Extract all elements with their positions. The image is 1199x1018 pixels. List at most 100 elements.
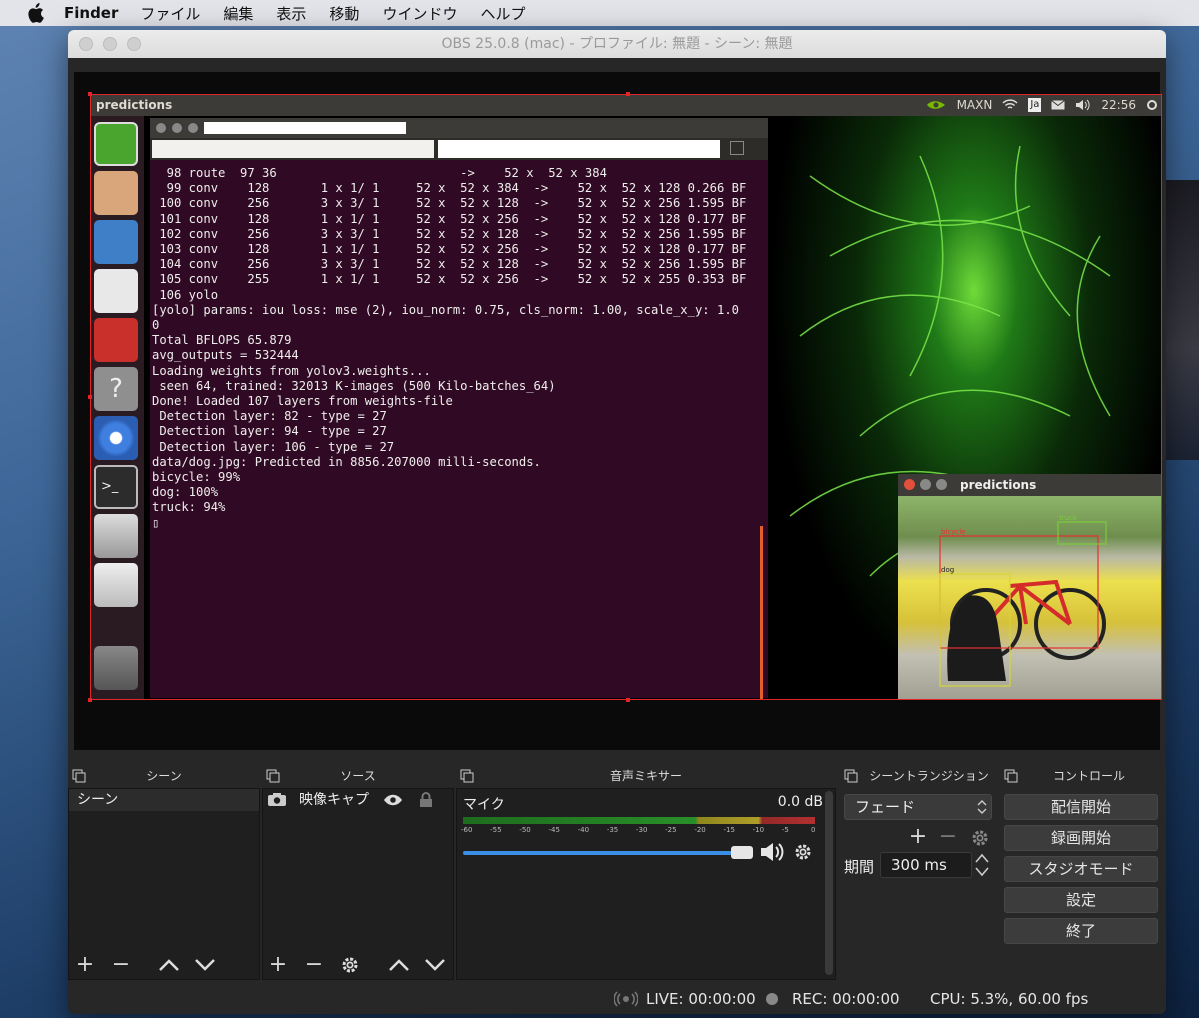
mac-menubar: Finder ファイル 編集 表示 移動 ウインドウ ヘルプ [0,0,1199,26]
remove-source-button[interactable]: − [302,954,326,976]
mixer-settings-gear-icon[interactable] [793,842,813,862]
meter-tick-label: 0 [811,826,816,834]
menu-finder[interactable]: Finder [64,4,118,22]
meter-tick-label: -15 [723,826,735,834]
source-item-label: 映像キャプ [299,792,369,808]
mixer-dock-header[interactable]: 音声ミキサー [456,765,836,787]
float-dock-icon[interactable] [72,769,86,783]
move-scene-up-icon[interactable] [158,958,180,972]
transition-type-select[interactable]: フェード [844,794,992,820]
sources-dock-header[interactable]: ソース [262,765,454,787]
zoom-window-button[interactable] [127,37,141,51]
scenes-title: シーン [146,769,182,783]
remove-transition-button[interactable]: − [936,826,960,848]
selection-handle-l[interactable] [88,395,92,399]
source-selection-frame[interactable] [90,94,1162,700]
scenes-toolbar: + − [68,950,260,982]
meter-tick-label: -10 [752,826,765,834]
settings-button[interactable]: 設定 [1004,887,1158,913]
controls-dock-header[interactable]: コントロール [1000,765,1162,787]
scene-item-label: シーン [77,792,119,808]
menu-help[interactable]: ヘルプ [480,3,525,24]
meter-tick-label: -40 [577,826,590,834]
cpu-fps: CPU: 5.3%, 60.00 fps [930,990,1089,1008]
float-dock-icon[interactable] [844,769,858,783]
duration-value: 300 ms [891,856,947,874]
menu-file[interactable]: ファイル [140,3,200,24]
move-scene-down-icon[interactable] [194,958,216,972]
duration-down-icon[interactable] [974,866,990,878]
meter-tick-label: -50 [519,826,531,834]
meter-tick-label: -60 [461,826,473,834]
volume-slider[interactable] [463,851,753,855]
selection-handle-bl[interactable] [88,698,92,702]
volume-slider-handle[interactable] [731,846,753,859]
source-properties-gear-icon[interactable] [340,955,360,975]
add-scene-button[interactable]: + [73,954,97,976]
transition-properties-gear-icon[interactable] [970,828,990,848]
meter-tick-label: -30 [636,826,648,834]
mixer-channel-name: マイク [463,797,505,813]
move-source-up-icon[interactable] [388,958,410,972]
duration-label: 期間 [844,858,875,876]
transitions-title: シーントランジション [869,769,989,783]
duration-up-icon[interactable] [974,852,990,864]
float-dock-icon[interactable] [460,769,474,783]
live-timer: LIVE: 00:00:00 [646,990,756,1008]
mute-speaker-icon[interactable] [759,841,787,863]
rec-indicator-icon [766,993,778,1005]
audio-meter-bar [463,817,815,824]
move-source-down-icon[interactable] [424,958,446,972]
scenes-dock-header[interactable]: シーン [68,765,260,787]
source-item[interactable]: 映像キャプ [263,789,453,811]
meter-tick-label: -55 [490,826,502,834]
minimize-window-button[interactable] [103,37,117,51]
remove-scene-button[interactable]: − [109,954,133,976]
mixer-title: 音声ミキサー [609,769,682,783]
meter-tick-label: -20 [694,826,706,834]
scene-item[interactable]: シーン [69,789,259,811]
apple-logo-icon[interactable] [24,3,46,23]
meter-tick-label: -45 [548,826,560,834]
audio-meter-scale: -60 -55 -50 -45 -40 -35 -30 -25 -20 -15 -10 -5 0 [461,826,817,838]
float-dock-icon[interactable] [1004,769,1018,783]
visibility-eye-icon[interactable] [383,794,403,806]
start-streaming-button[interactable]: 配信開始 [1004,794,1158,820]
audio-mixer: マイク 0.0 dB -60 -55 -50 -45 -40 -35 -30 -25 -20 -1… [456,788,836,980]
obs-window: OBS 25.0.8 (mac) - プロファイル: 無題 - シーン: 無題 … [68,30,1166,1014]
selection-handle-t[interactable] [626,92,630,96]
lock-icon[interactable] [419,792,433,807]
preview-canvas[interactable]: predictions MAXN Ja 22:56 ? >_ 98 route … [74,72,1162,750]
close-window-button[interactable] [79,37,93,51]
transitions-panel: フェード + − 期間 300 ms [840,788,998,980]
mixer-channel-level: 0.0 dB [777,794,823,810]
menu-edit[interactable]: 編集 [223,3,253,24]
meter-tick-label: -5 [781,826,789,834]
traffic-lights [79,37,141,51]
studio-mode-button[interactable]: スタジオモード [1004,856,1158,882]
start-recording-button[interactable]: 録画開始 [1004,825,1158,851]
meter-tick-label: -25 [665,826,677,834]
transition-type-value: フェード [855,798,916,816]
camera-icon [268,793,286,806]
window-titlebar[interactable]: OBS 25.0.8 (mac) - プロファイル: 無題 - シーン: 無題 [68,30,1166,58]
mixer-scrollbar[interactable] [825,791,833,975]
float-dock-icon[interactable] [266,769,280,783]
duration-spinbox[interactable]: 300 ms [880,852,972,878]
add-transition-button[interactable]: + [906,826,930,848]
meter-tick-label: -35 [606,826,619,834]
menu-view[interactable]: 表示 [276,3,306,24]
selection-handle-tl[interactable] [88,92,92,96]
add-source-button[interactable]: + [266,954,290,976]
controls-panel: 配信開始 録画開始 スタジオモード 設定 終了 [1000,788,1162,980]
menu-go[interactable]: 移動 [329,3,359,24]
selection-handle-b[interactable] [626,698,630,702]
rec-timer: REC: 00:00:00 [792,990,900,1008]
sources-title: ソース [340,769,376,783]
exit-button[interactable]: 終了 [1004,918,1158,944]
status-bar: LIVE: 00:00:00 REC: 00:00:00 CPU: 5.3%, … [68,982,1166,1014]
menu-window[interactable]: ウインドウ [382,3,457,24]
transitions-dock-header[interactable]: シーントランジション [840,765,998,787]
window-title: OBS 25.0.8 (mac) - プロファイル: 無題 - シーン: 無題 [441,36,793,52]
controls-title: コントロール [1052,769,1125,783]
